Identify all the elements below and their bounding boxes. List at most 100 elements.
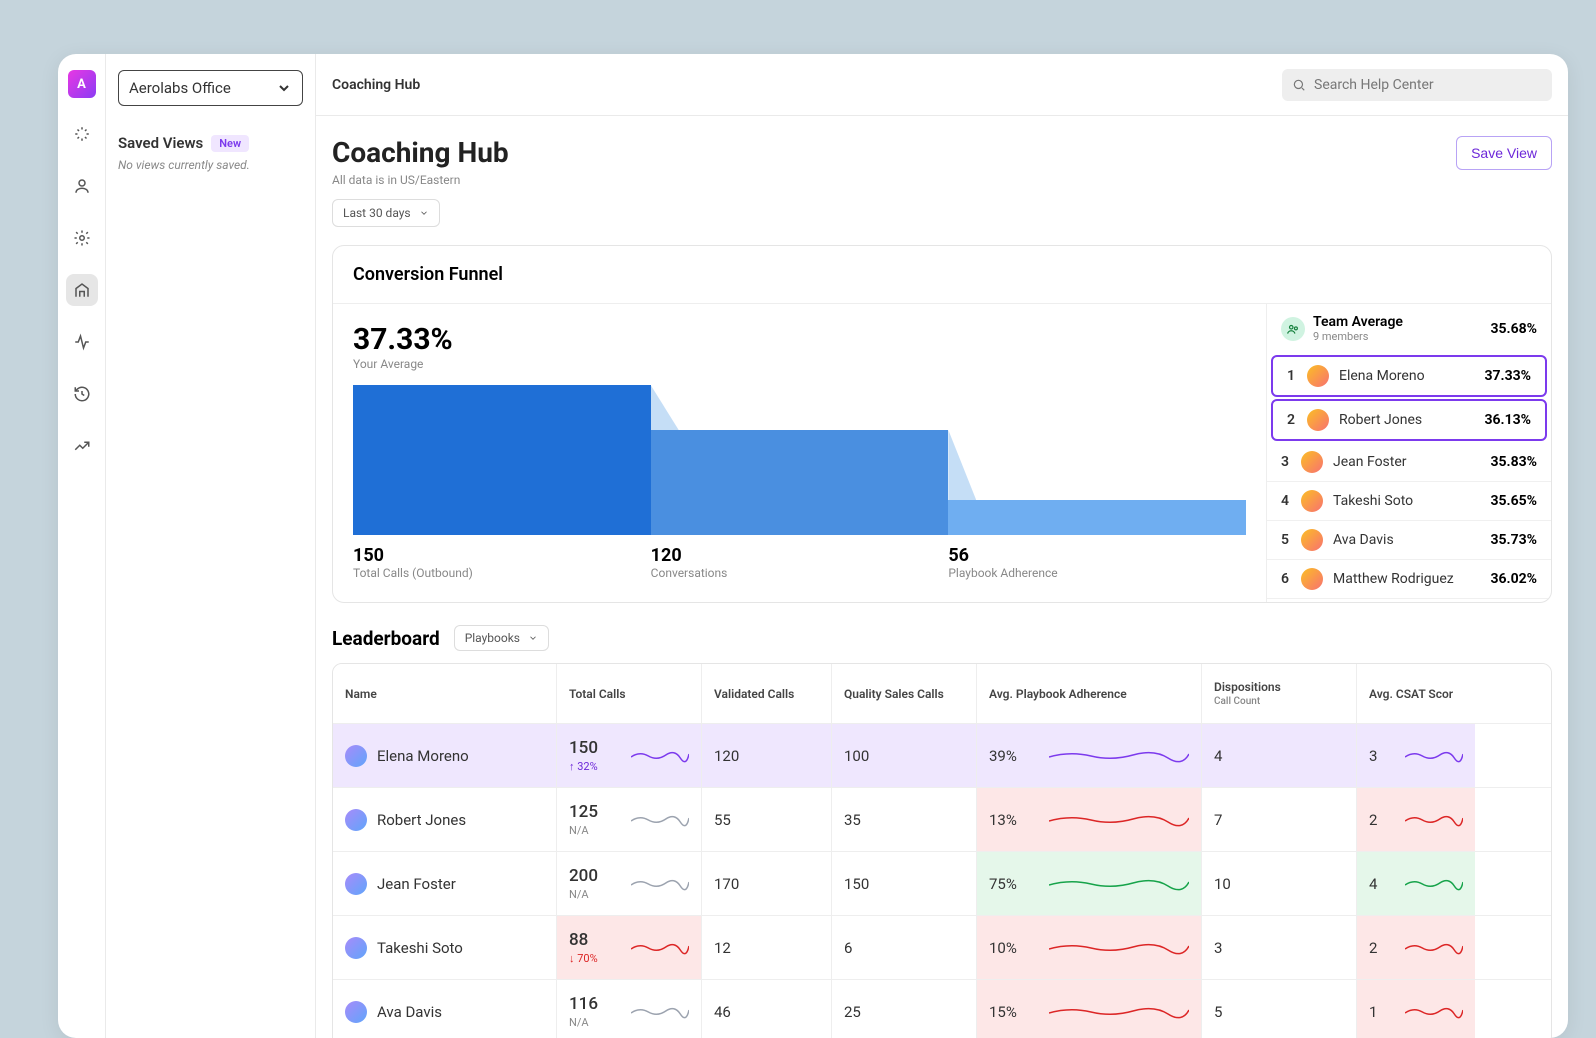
save-view-button[interactable]: Save View	[1456, 136, 1552, 170]
app-logo: A	[68, 70, 96, 98]
cell-csat: 2	[1357, 788, 1475, 851]
cell-dispositions: 4	[1202, 724, 1357, 787]
table-header: Name Total Calls Validated Calls Quality…	[333, 664, 1551, 724]
col-dispositions[interactable]: Dispositions Call Count	[1202, 664, 1357, 723]
rank-row[interactable]: 3Jean Foster35.83%	[1267, 443, 1551, 482]
rank-value: 35.73%	[1490, 532, 1537, 548]
avatar	[1307, 365, 1329, 387]
coaching-icon[interactable]	[66, 274, 98, 306]
stage-name: Total Calls (Outbound)	[353, 566, 651, 580]
rank-row[interactable]: 1Elena Moreno37.33%	[1271, 355, 1547, 397]
rank-row[interactable]: 6Matthew Rodriguez36.02%	[1267, 560, 1551, 599]
sparkle-icon[interactable]	[66, 118, 98, 150]
col-csat[interactable]: Avg. CSAT Scor	[1357, 664, 1475, 723]
funnel-chart: 37.33% Your Average 150Total Calls (Outb…	[333, 304, 1266, 602]
org-name: Aerolabs Office	[129, 79, 231, 97]
team-icon	[1281, 317, 1305, 341]
ranking-panel: Team Average 9 members 35.68% 1 Elena Mor…	[1266, 304, 1551, 602]
sparkline	[631, 811, 689, 829]
sparkline	[1405, 939, 1463, 957]
col-quality[interactable]: Quality Sales Calls	[832, 664, 977, 723]
your-average-value: 37.33%	[353, 322, 1246, 357]
stage-name: Conversations	[651, 566, 949, 580]
rank-number: 1	[1287, 368, 1297, 384]
trending-icon[interactable]	[66, 430, 98, 462]
person-icon[interactable]	[66, 170, 98, 202]
table-row[interactable]: Takeshi Soto88↓ 70%12610%32	[333, 916, 1551, 980]
your-average-label: Your Average	[353, 357, 1246, 371]
cell-validated: 46	[702, 980, 832, 1038]
rank-number: 6	[1281, 571, 1291, 587]
rank-name: Jean Foster	[1333, 454, 1480, 470]
rank-number: 5	[1281, 532, 1291, 548]
col-total[interactable]: Total Calls	[557, 664, 702, 723]
cell-name: Robert Jones	[333, 788, 557, 851]
rank-number: 2	[1287, 412, 1297, 428]
avatar	[1307, 409, 1329, 431]
rank-name: Ava Davis	[1333, 532, 1480, 548]
team-average-row: Team Average 9 members 35.68%	[1267, 304, 1551, 353]
rank-row[interactable]: 2Robert Jones36.13%	[1271, 399, 1547, 441]
cell-dispositions: 7	[1202, 788, 1357, 851]
cell-validated: 120	[702, 724, 832, 787]
saved-views: Saved Views New No views currently saved…	[118, 134, 303, 172]
cell-dispositions: 10	[1202, 852, 1357, 915]
rank-value: 36.02%	[1490, 571, 1537, 587]
leaderboard-table: Name Total Calls Validated Calls Quality…	[332, 663, 1552, 1038]
search-input[interactable]: Search Help Center	[1282, 69, 1552, 101]
gear-icon[interactable]	[66, 222, 98, 254]
cell-name: Ava Davis	[333, 980, 557, 1038]
avatar	[345, 745, 367, 767]
funnel-stage-1	[353, 385, 651, 535]
table-row[interactable]: Ava Davis116N/A462515%51	[333, 980, 1551, 1038]
page-subtitle: All data is in US/Eastern	[332, 173, 509, 187]
stage-value: 150	[353, 545, 651, 566]
cell-total: 150↑ 32%	[557, 724, 702, 787]
sparkline	[1405, 811, 1463, 829]
cell-quality: 6	[832, 916, 977, 979]
sparkline	[1049, 875, 1189, 893]
sidebar: Aerolabs Office Saved Views New No views…	[106, 54, 316, 1038]
col-adherence[interactable]: Avg. Playbook Adherence	[977, 664, 1202, 723]
cell-dispositions: 3	[1202, 916, 1357, 979]
table-row[interactable]: Jean Foster200N/A17015075%104	[333, 852, 1551, 916]
sparkline	[1049, 811, 1189, 829]
team-average-title: Team Average	[1313, 314, 1482, 330]
cell-validated: 170	[702, 852, 832, 915]
chevron-down-icon	[528, 633, 538, 643]
search-icon	[1292, 78, 1306, 92]
leaderboard-title: Leaderboard	[332, 627, 440, 650]
cell-name: Jean Foster	[333, 852, 557, 915]
history-icon[interactable]	[66, 378, 98, 410]
rank-row[interactable]: 5 Ava Davis 35.73%	[1267, 521, 1551, 560]
org-selector[interactable]: Aerolabs Office	[118, 70, 303, 106]
search-placeholder: Search Help Center	[1314, 77, 1434, 93]
avatar	[345, 1001, 367, 1023]
cell-csat: 4	[1357, 852, 1475, 915]
playbooks-filter[interactable]: Playbooks	[454, 625, 549, 651]
main-pane: Coaching Hub Search Help Center Coaching…	[316, 54, 1568, 1038]
funnel-stage-2	[651, 430, 949, 535]
col-name[interactable]: Name	[333, 664, 557, 723]
cell-validated: 55	[702, 788, 832, 851]
saved-views-empty: No views currently saved.	[118, 158, 303, 172]
sparkline	[1405, 747, 1463, 765]
rank-name: Elena Moreno	[1339, 368, 1474, 384]
cell-adherence: 10%	[977, 916, 1202, 979]
activity-icon[interactable]	[66, 326, 98, 358]
table-row[interactable]: Elena Moreno150↑ 32%12010039%43	[333, 724, 1551, 788]
rank-number: 4	[1281, 493, 1291, 509]
sparkline	[1049, 1003, 1189, 1021]
team-average-value: 35.68%	[1490, 321, 1537, 337]
avatar	[1301, 568, 1323, 590]
cell-quality: 150	[832, 852, 977, 915]
stage-name: Playbook Adherence	[948, 566, 1246, 580]
rank-row[interactable]: 4Takeshi Soto35.65%	[1267, 482, 1551, 521]
breadcrumb: Coaching Hub	[332, 77, 420, 93]
cell-total: 88↓ 70%	[557, 916, 702, 979]
table-row[interactable]: Robert Jones125N/A553513%72	[333, 788, 1551, 852]
stage-label: 120Conversations	[651, 545, 949, 580]
avatar	[345, 873, 367, 895]
date-filter[interactable]: Last 30 days	[332, 199, 440, 227]
col-validated[interactable]: Validated Calls	[702, 664, 832, 723]
